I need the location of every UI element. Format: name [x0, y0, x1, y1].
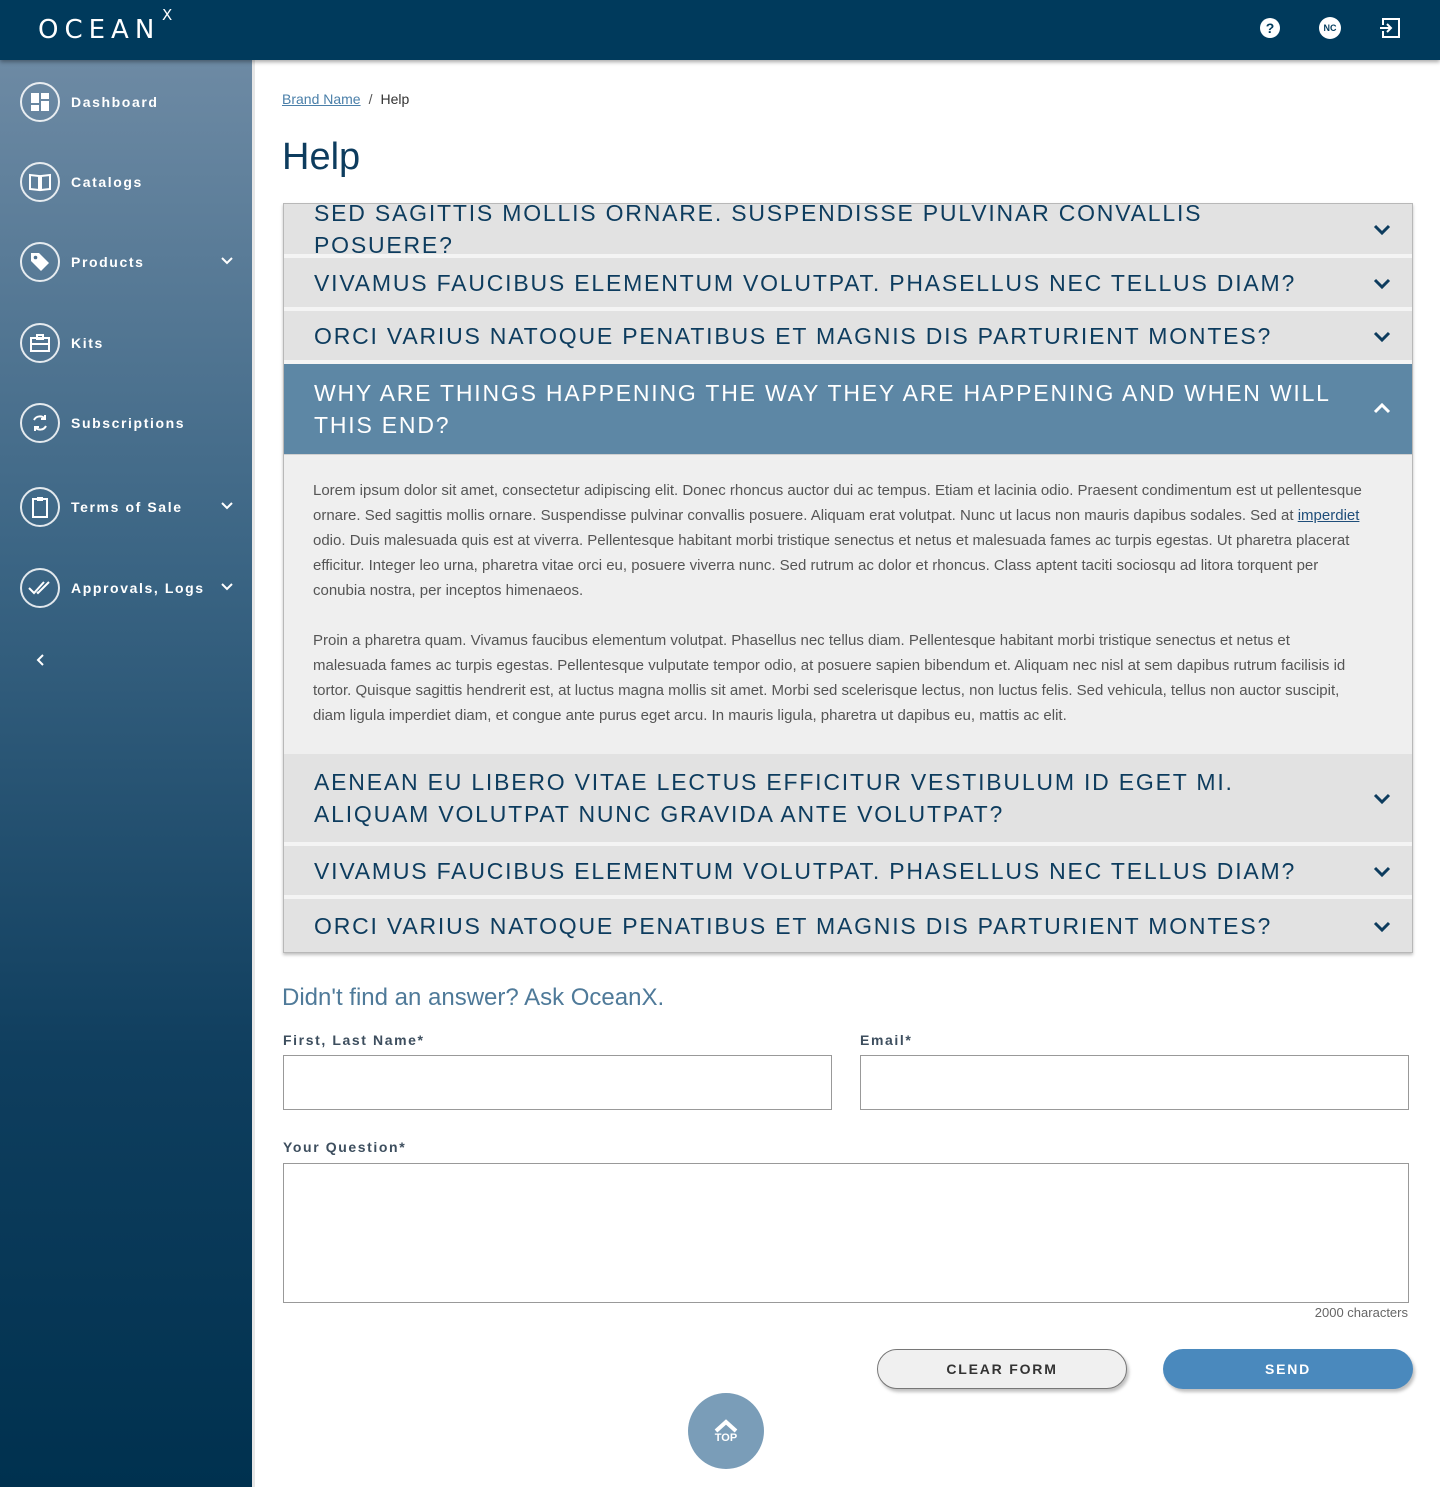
user-initials: NC: [1319, 17, 1341, 39]
question-label: Your Question*: [283, 1139, 407, 1155]
sidebar-item-approvals-logs[interactable]: Approvals, Logs: [20, 567, 240, 609]
faq-question-text: Vivamus faucibus elementum volutpat. Pha…: [314, 857, 1297, 884]
page-title: Help: [282, 136, 361, 178]
breadcrumb-separator: /: [368, 91, 373, 107]
back-to-top-button[interactable]: TOP: [688, 1393, 764, 1469]
faq-question-text: Sed sagittis mollis ornare. Suspendisse …: [314, 200, 1203, 258]
sidebar-item-label: Terms of Sale: [71, 499, 183, 515]
sidebar-item-products[interactable]: Products: [20, 241, 240, 283]
faq-question-open[interactable]: Why are things happening the way they ar…: [284, 364, 1412, 454]
chevron-down-icon[interactable]: [220, 499, 234, 513]
sidebar-item-label: Subscriptions: [71, 415, 186, 431]
book-icon: [20, 162, 60, 202]
top-icons: ? NC: [1258, 16, 1402, 40]
chevron-left-icon: [36, 654, 44, 666]
logout-icon[interactable]: [1378, 16, 1402, 40]
faq-accordion: Sed sagittis mollis ornare. Suspendisse …: [283, 200, 1413, 953]
faq-answer: Lorem ipsum dolor sit amet, consectetur …: [284, 454, 1412, 754]
faq-question[interactable]: Orci varius natoque penatibus et magnis …: [284, 311, 1412, 364]
faq-question[interactable]: Vivamus faucibus elementum volutpat. Pha…: [284, 846, 1412, 899]
faq-question[interactable]: Aenean eu libero vitae lectus efficitur …: [284, 754, 1412, 846]
logo-suffix: X: [162, 6, 173, 24]
clear-form-button[interactable]: CLEAR FORM: [877, 1349, 1127, 1389]
chevron-down-icon[interactable]: [220, 254, 234, 268]
name-label: First, Last Name*: [283, 1032, 425, 1048]
refresh-icon: [20, 403, 60, 443]
sidebar: Dashboard Catalogs Products Kits Subscri…: [0, 60, 252, 1487]
chevron-down-icon: [1373, 331, 1391, 342]
logo-text: OCEAN: [38, 15, 161, 45]
chevron-down-icon[interactable]: [220, 580, 234, 594]
faq-question[interactable]: Sed sagittis mollis ornare. Suspendisse …: [284, 200, 1412, 258]
faq-question-text: Orci varius natoque penatibus et magnis …: [314, 912, 1273, 939]
sidebar-item-subscriptions[interactable]: Subscriptions: [20, 402, 240, 444]
imperdiet-link[interactable]: imperdiet: [1298, 507, 1360, 524]
sidebar-item-label: Products: [71, 254, 145, 270]
sidebar-item-kits[interactable]: Kits: [20, 322, 240, 364]
sidebar-item-label: Catalogs: [71, 174, 143, 190]
question-textarea[interactable]: [283, 1163, 1409, 1303]
faq-question-text: Vivamus faucibus elementum volutpat. Pha…: [314, 269, 1297, 296]
sidebar-item-label: Kits: [71, 335, 104, 351]
breadcrumb-brand-link[interactable]: Brand Name: [282, 91, 361, 107]
faq-question[interactable]: Vivamus faucibus elementum volutpat. Pha…: [284, 258, 1412, 311]
breadcrumb: Brand Name / Help: [282, 91, 409, 107]
email-field[interactable]: [860, 1055, 1409, 1110]
clipboard-icon: [20, 487, 60, 527]
sidebar-item-label: Dashboard: [71, 94, 159, 110]
ask-form-title: Didn't find an answer? Ask OceanX.: [282, 984, 665, 1011]
faq-question-text: Orci varius natoque penatibus et magnis …: [314, 322, 1273, 349]
help-icon[interactable]: ?: [1258, 16, 1282, 40]
send-button[interactable]: SEND: [1163, 1349, 1413, 1389]
faq-question-text: Aenean eu libero vitae lectus efficitur …: [314, 769, 1234, 827]
chevron-down-icon: [1373, 224, 1391, 236]
breadcrumb-current: Help: [380, 91, 410, 107]
email-label: Email*: [860, 1032, 913, 1048]
briefcase-icon: [20, 323, 60, 363]
chevron-down-icon: [1373, 793, 1391, 805]
double-check-icon: [20, 568, 60, 608]
chevron-down-icon: [1373, 278, 1391, 289]
chevron-up-icon: [1373, 402, 1391, 414]
sidebar-item-catalogs[interactable]: Catalogs: [20, 161, 240, 203]
chevron-down-icon: [1373, 921, 1391, 932]
dashboard-icon: [20, 82, 60, 122]
sidebar-item-terms-of-sale[interactable]: Terms of Sale: [20, 486, 240, 528]
faq-question[interactable]: Orci varius natoque penatibus et magnis …: [284, 899, 1412, 952]
faq-answer-paragraph: Lorem ipsum dolor sit amet, consectetur …: [313, 482, 1362, 599]
user-avatar[interactable]: NC: [1318, 16, 1342, 40]
character-limit: 2000 characters: [1314, 1305, 1408, 1320]
sidebar-divider: [252, 60, 255, 1487]
chevron-down-icon: [1373, 866, 1391, 877]
name-field[interactable]: [283, 1055, 832, 1110]
faq-question-text: Why are things happening the way they ar…: [314, 380, 1330, 438]
sidebar-item-dashboard[interactable]: Dashboard: [20, 81, 240, 123]
back-to-top-label: TOP: [714, 1432, 738, 1444]
ocean-logo[interactable]: OCEAN X: [38, 6, 172, 46]
top-bar: OCEAN X ? NC: [0, 0, 1440, 60]
tag-icon: [20, 242, 60, 282]
sidebar-item-label: Approvals, Logs: [71, 580, 205, 596]
collapse-sidebar-button[interactable]: [30, 648, 50, 672]
faq-answer-paragraph: Proin a pharetra quam. Vivamus faucibus …: [313, 632, 1346, 724]
